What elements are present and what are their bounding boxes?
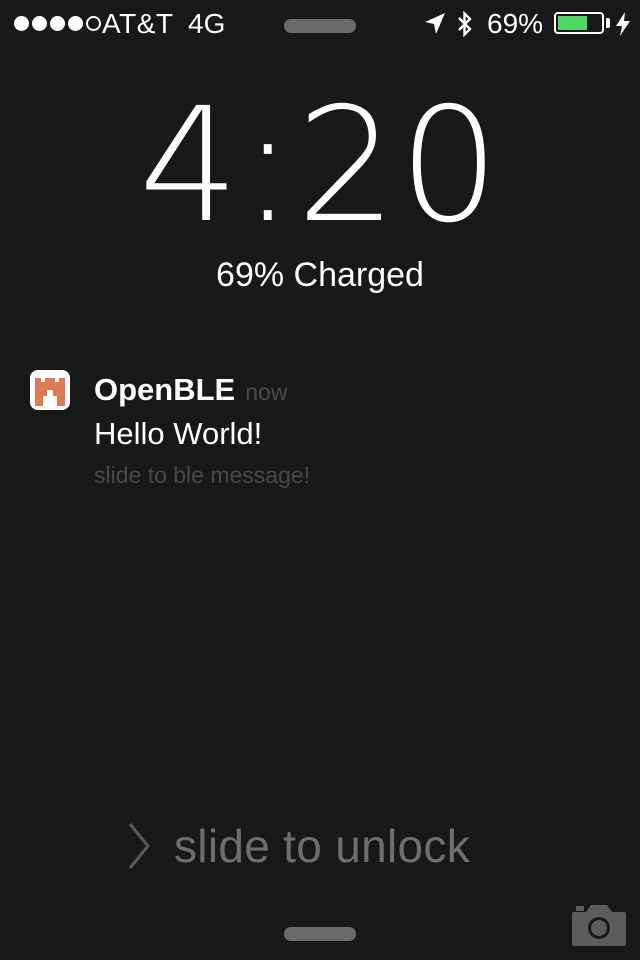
signal-dot-empty — [86, 16, 101, 31]
bluetooth-icon — [458, 10, 472, 38]
signal-dot — [14, 16, 29, 31]
slide-to-unlock[interactable]: slide to unlock — [126, 818, 470, 874]
signal-strength-icon — [14, 16, 101, 31]
notification-header: OpenBLE now — [94, 370, 287, 412]
signal-dot — [32, 16, 47, 31]
status-bar: AT&T 4G 69% — [0, 0, 640, 48]
notification-message: Hello World! — [94, 416, 263, 451]
notification-action-hint[interactable]: slide to ble message! — [94, 460, 310, 490]
camera-icon[interactable] — [570, 900, 628, 948]
battery-percentage: 69% — [487, 8, 544, 39]
battery-tip — [606, 18, 610, 28]
lock-screen: AT&T 4G 69% 4:20 69% Charged OpenBLE now… — [0, 0, 640, 960]
clock-time: 4:20 — [138, 74, 502, 258]
battery-fill — [558, 16, 587, 30]
openble-app-icon — [30, 370, 70, 410]
location-arrow-icon — [425, 13, 445, 34]
charge-status: 69% Charged — [216, 256, 424, 294]
slide-to-unlock-label: slide to unlock — [174, 820, 470, 872]
signal-dot — [68, 16, 83, 31]
network-type: 4G — [188, 8, 226, 39]
control-center-grabber[interactable] — [284, 927, 356, 941]
chevron-right-icon — [128, 823, 150, 869]
notification-time: now — [245, 379, 288, 405]
notification-app-name: OpenBLE — [94, 372, 236, 407]
carrier-name: AT&T — [102, 8, 174, 39]
battery-icon — [554, 12, 604, 34]
signal-dot — [50, 16, 65, 31]
notification[interactable]: OpenBLE now Hello World! slide to ble mes… — [30, 370, 610, 500]
notification-center-grabber[interactable] — [284, 19, 356, 33]
charging-bolt-icon — [616, 12, 630, 36]
